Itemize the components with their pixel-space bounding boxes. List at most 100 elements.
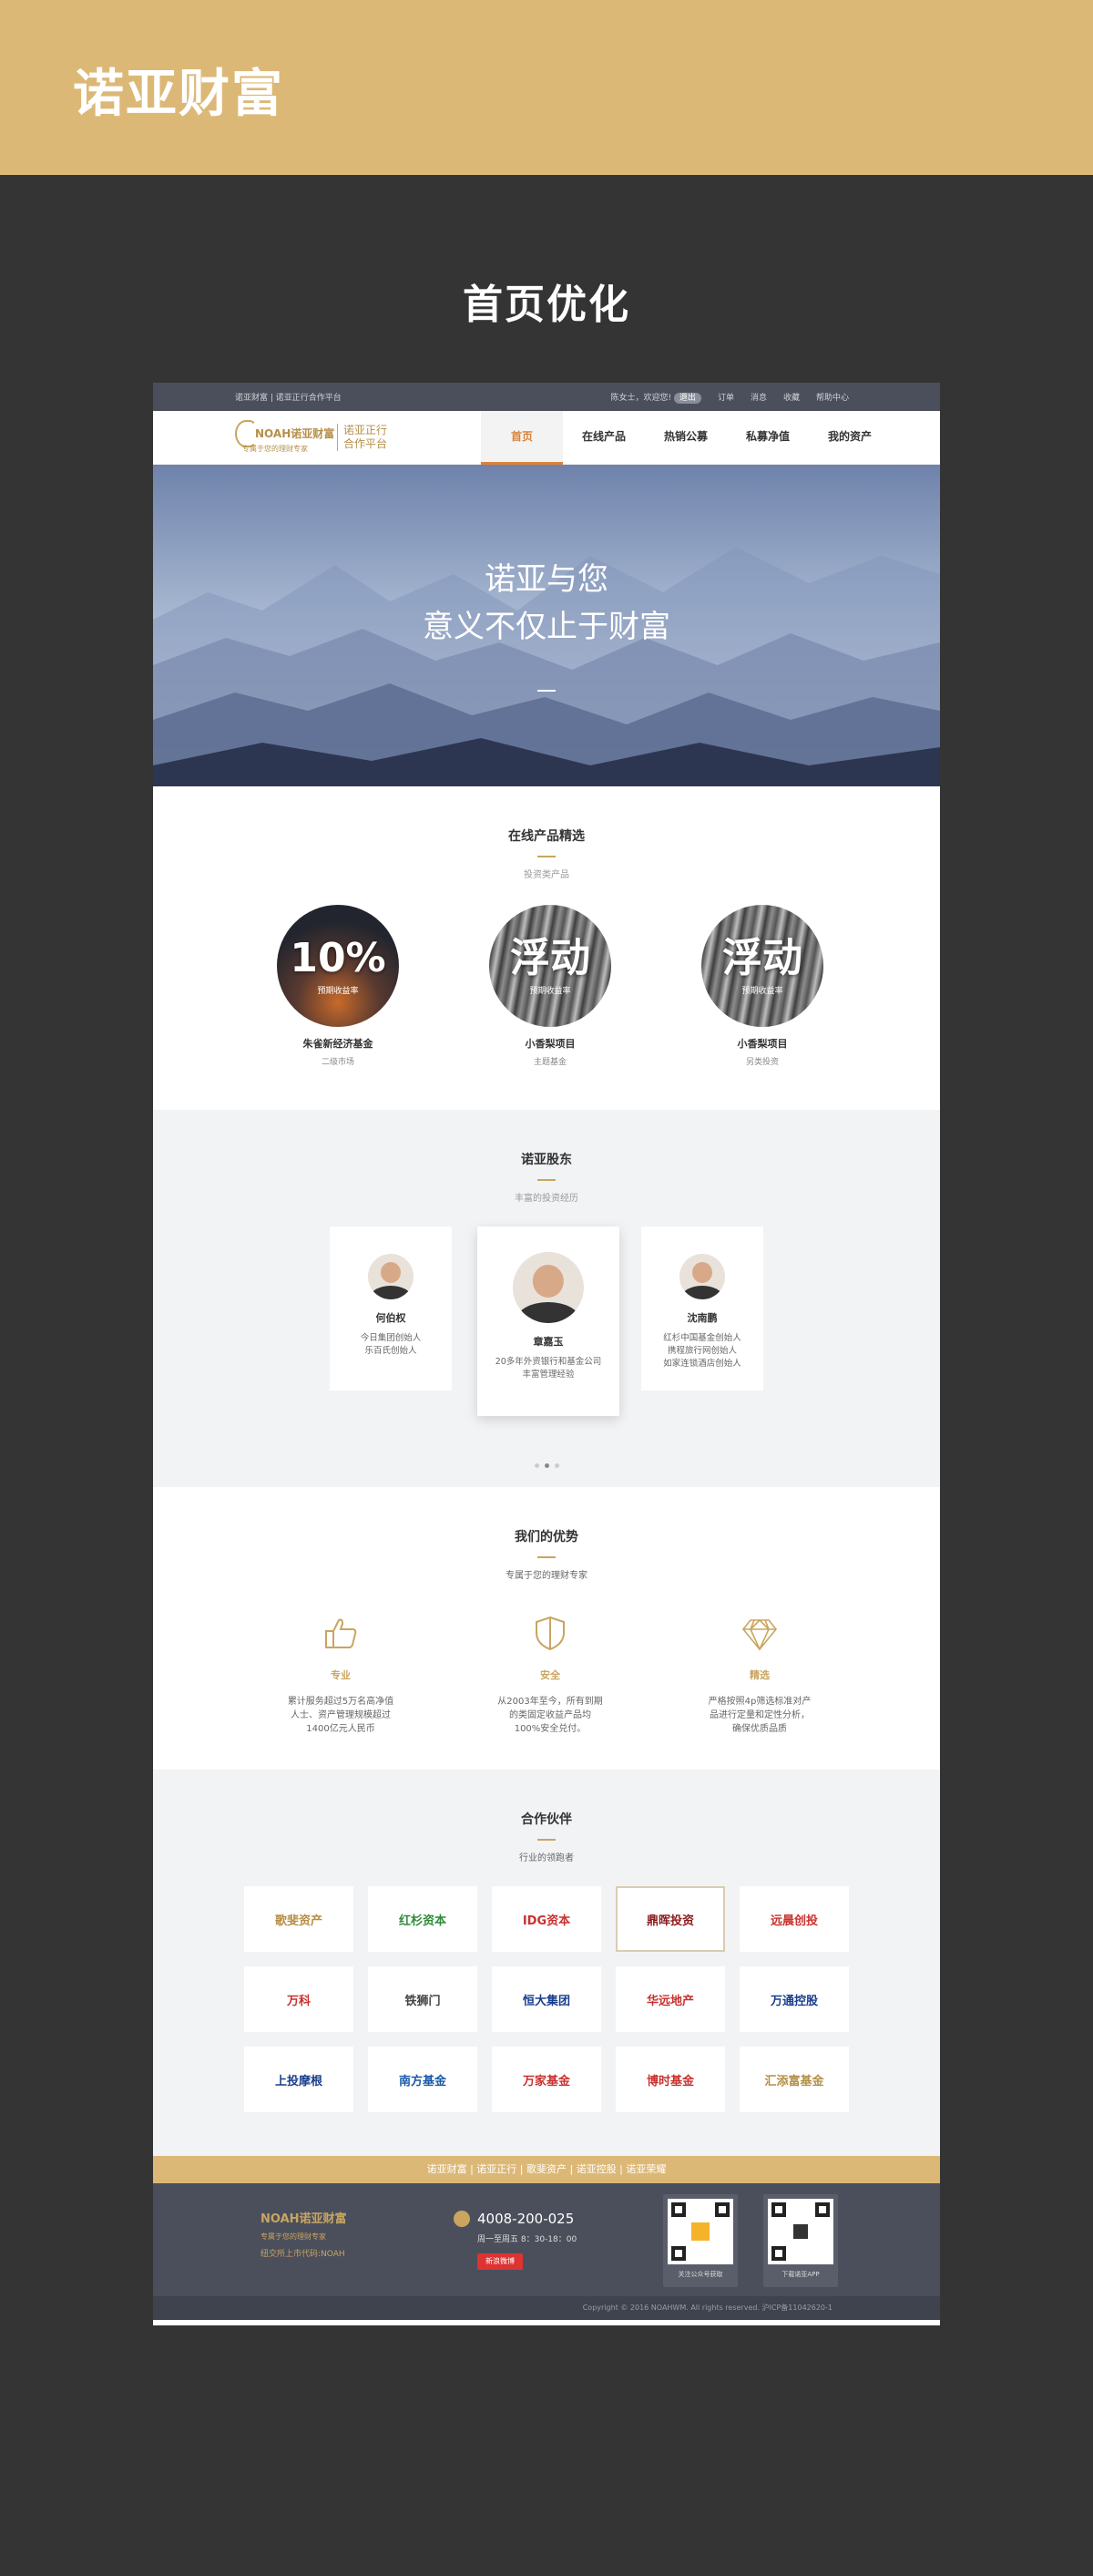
qr-wechat[interactable]: 关注公众号获取 (663, 2194, 738, 2287)
product-image[interactable]: 10% 预期收益率 (277, 905, 399, 1027)
footer-logo-name: NOAH诺亚财富 (260, 2212, 347, 2226)
avatar (368, 1254, 414, 1299)
partner-logo[interactable]: 华远地产 (616, 1966, 725, 2032)
partner-logo[interactable]: 万科 (244, 1966, 353, 2032)
shareholder-name: 章嘉玉 (533, 1336, 564, 1348)
section-subtitle: 投资类产品 (524, 870, 569, 880)
section-subtitle: 行业的领跑者 (519, 1853, 574, 1863)
topbar-link-orders[interactable]: 订单 (718, 391, 734, 403)
carousel-dot[interactable] (534, 1463, 539, 1468)
product-card[interactable]: 浮动 预期收益率 小香梨项目 另类投资 (701, 905, 823, 1067)
qr-code-icon (768, 2199, 833, 2264)
weibo-icon[interactable]: 新浪微博 (477, 2253, 523, 2270)
advantage-desc: 累计服务超过5万名高净值 人士、资产管理规模超过 1400亿元人民币 (287, 1697, 394, 1734)
partner-logo[interactable]: 南方基金 (368, 2047, 477, 2112)
partner-logo[interactable]: 汇添富基金 (740, 2047, 849, 2112)
topbar-link-favorites[interactable]: 收藏 (783, 391, 800, 403)
partner-logo[interactable]: 恒大集团 (492, 1966, 601, 2032)
partners-section: 合作伙伴 行业的领跑者 歌斐资产 红杉资本 IDG资本 鼎晖投资 远晨创投 万科 铁狮门 恒大… (153, 1770, 940, 2156)
title-underline (537, 1179, 556, 1181)
section-title: 在线产品精选 (508, 829, 585, 844)
carousel-dot-active[interactable] (544, 1463, 549, 1468)
qr-app[interactable]: 下载诺亚APP (763, 2194, 838, 2287)
brand-title: 诺亚财富 (73, 64, 284, 124)
partner-logo[interactable]: 万家基金 (492, 2047, 601, 2112)
shareholder-desc: 20多年外资银行和基金公司 丰富管理经验 (495, 1357, 602, 1380)
partner-logo-grid: 歌斐资产 红杉资本 IDG资本 鼎晖投资 远晨创投万科 铁狮门 恒大集团 华远地产 万通控股上投… (244, 1886, 849, 2112)
page-title: 首页优化 (463, 282, 630, 328)
shareholder-card-active[interactable]: 章嘉玉 20多年外资银行和基金公司 丰富管理经验 (477, 1226, 619, 1416)
contact-block: 4008-200-025 周一至周五 8：30-18：00 新浪微博 (454, 2211, 577, 2270)
shareholder-name: 沈南鹏 (687, 1312, 718, 1324)
section-subtitle: 丰富的投资经历 (515, 1194, 578, 1204)
phone-icon (454, 2211, 470, 2227)
partner-logo[interactable]: 博时基金 (616, 2047, 725, 2112)
advantages-section: 我们的优势 专属于您的理财专家 专业 累计服务超过5万名高净值 人士、资产管理规模… (153, 1487, 940, 1770)
partner-logo[interactable]: IDG资本 (492, 1886, 601, 1952)
partner-logo[interactable]: 铁狮门 (368, 1966, 477, 2032)
topbar-left[interactable]: 诺亚财富 | 诺亚正行合作平台 (235, 391, 342, 403)
partner-logo[interactable]: 远晨创投 (740, 1886, 849, 1952)
partner-logo[interactable]: 红杉资本 (368, 1886, 477, 1952)
product-name[interactable]: 小香梨项目 (701, 1036, 823, 1051)
title-underline (537, 1556, 556, 1558)
nav-item-my-assets[interactable]: 我的资产 (809, 411, 891, 465)
shield-icon (486, 1613, 614, 1657)
nav-item-private-nav[interactable]: 私募净值 (727, 411, 809, 465)
topbar-link-messages[interactable]: 消息 (751, 391, 767, 403)
phone-number[interactable]: 4008-200-025 (477, 2211, 574, 2227)
qr-label: 下载诺亚APP (781, 2271, 820, 2278)
footer-slogan: 专属于您的理财专家 (260, 2232, 326, 2241)
product-image[interactable]: 浮动 预期收益率 (701, 905, 823, 1027)
advantage-title: 精选 (750, 1669, 770, 1681)
partner-logo[interactable]: 万通控股 (740, 1966, 849, 2032)
shareholder-card[interactable]: 何伯权 今日集团创始人 乐百氏创始人 (330, 1226, 452, 1391)
hero-line-1: 诺亚与您 (485, 561, 608, 598)
footer-links-bar[interactable]: 诺亚财富 | 诺亚正行 | 歌斐资产 | 诺亚控股 | 诺亚荣耀 (153, 2156, 940, 2183)
main-nav: NOAH诺亚财富 专属于您的理财专家 诺亚正行 合作平台 首页 在线产品 热销公募… (153, 411, 940, 465)
product-image[interactable]: 浮动 预期收益率 (489, 905, 611, 1027)
shareholder-name: 何伯权 (375, 1312, 406, 1324)
product-name[interactable]: 朱雀新经济基金 (277, 1036, 399, 1051)
carousel-dot[interactable] (554, 1463, 559, 1468)
top-bar: 诺亚财富 | 诺亚正行合作平台 陈女士，欢迎您! 退出 订单 消息 收藏 帮助中… (153, 383, 940, 411)
partner-logo[interactable]: 鼎晖投资 (616, 1886, 725, 1952)
product-card[interactable]: 浮动 预期收益率 小香梨项目 主题基金 (489, 905, 611, 1067)
title-underline (537, 1839, 556, 1841)
hero-divider (537, 690, 556, 692)
footer: NOAH诺亚财富 专属于您的理财专家 纽交所上市代码:NOAH 4008-200… (153, 2183, 940, 2296)
advantage-item: 精选 严格按照4p筛选标准对产 品进行定量和定性分析， 确保优质品质 (696, 1613, 823, 1736)
advantage-title: 专业 (331, 1669, 351, 1681)
avatar (513, 1252, 584, 1323)
hero-banner: 诺亚与您 意义不仅止于财富 (153, 465, 940, 786)
partner-logo[interactable]: 歌斐资产 (244, 1886, 353, 1952)
product-rate-label: 预期收益率 (741, 986, 783, 996)
greeting: 陈女士，欢迎您! (610, 394, 672, 403)
qr-code-icon (668, 2199, 733, 2264)
product-card[interactable]: 10% 预期收益率 朱雀新经济基金 二级市场 (277, 905, 399, 1067)
header-band: 诺亚财富 (0, 0, 1093, 175)
shareholders-section: 诺亚股东 丰富的投资经历 何伯权 今日集团创始人 乐百氏创始人 章嘉玉 20多年外… (153, 1110, 940, 1487)
advantage-item: 安全 从2003年至今，所有到期 的类固定收益产品均 100%安全兑付。 (486, 1613, 614, 1736)
section-title: 诺亚股东 (521, 1153, 572, 1167)
logo-coop: 诺亚正行 合作平台 (337, 424, 387, 451)
hero-line-2: 意义不仅止于财富 (423, 609, 670, 645)
avatar (679, 1254, 725, 1299)
partner-logo[interactable]: 上投摩根 (244, 2047, 353, 2112)
service-hours: 周一至周五 8：30-18：00 (477, 2235, 577, 2244)
nav-item-hot-funds[interactable]: 热销公募 (645, 411, 727, 465)
site-logo[interactable]: NOAH诺亚财富 专属于您的理财专家 诺亚正行 合作平台 (235, 416, 399, 460)
logout-button[interactable]: 退出 (673, 393, 701, 404)
shareholder-card[interactable]: 沈南鹏 红杉中国基金创始人 携程旅行网创始人 如家连锁酒店创始人 (641, 1226, 763, 1391)
nav-item-home[interactable]: 首页 (481, 411, 563, 465)
section-title: 我们的优势 (515, 1530, 578, 1545)
footer-logo: NOAH诺亚财富 专属于您的理财专家 纽交所上市代码:NOAH (260, 2209, 347, 2259)
nav-item-online-products[interactable]: 在线产品 (563, 411, 645, 465)
topbar-link-help[interactable]: 帮助中心 (816, 391, 849, 403)
footer-listing: 纽交所上市代码:NOAH (260, 2250, 345, 2259)
product-name[interactable]: 小香梨项目 (489, 1036, 611, 1051)
advantage-item: 专业 累计服务超过5万名高净值 人士、资产管理规模超过 1400亿元人民币 (277, 1613, 404, 1736)
nav-menu: 首页 在线产品 热销公募 私募净值 我的资产 (481, 411, 891, 465)
advantage-desc: 严格按照4p筛选标准对产 品进行定量和定性分析， 确保优质品质 (708, 1697, 812, 1734)
product-rate: 浮动 (722, 934, 802, 981)
